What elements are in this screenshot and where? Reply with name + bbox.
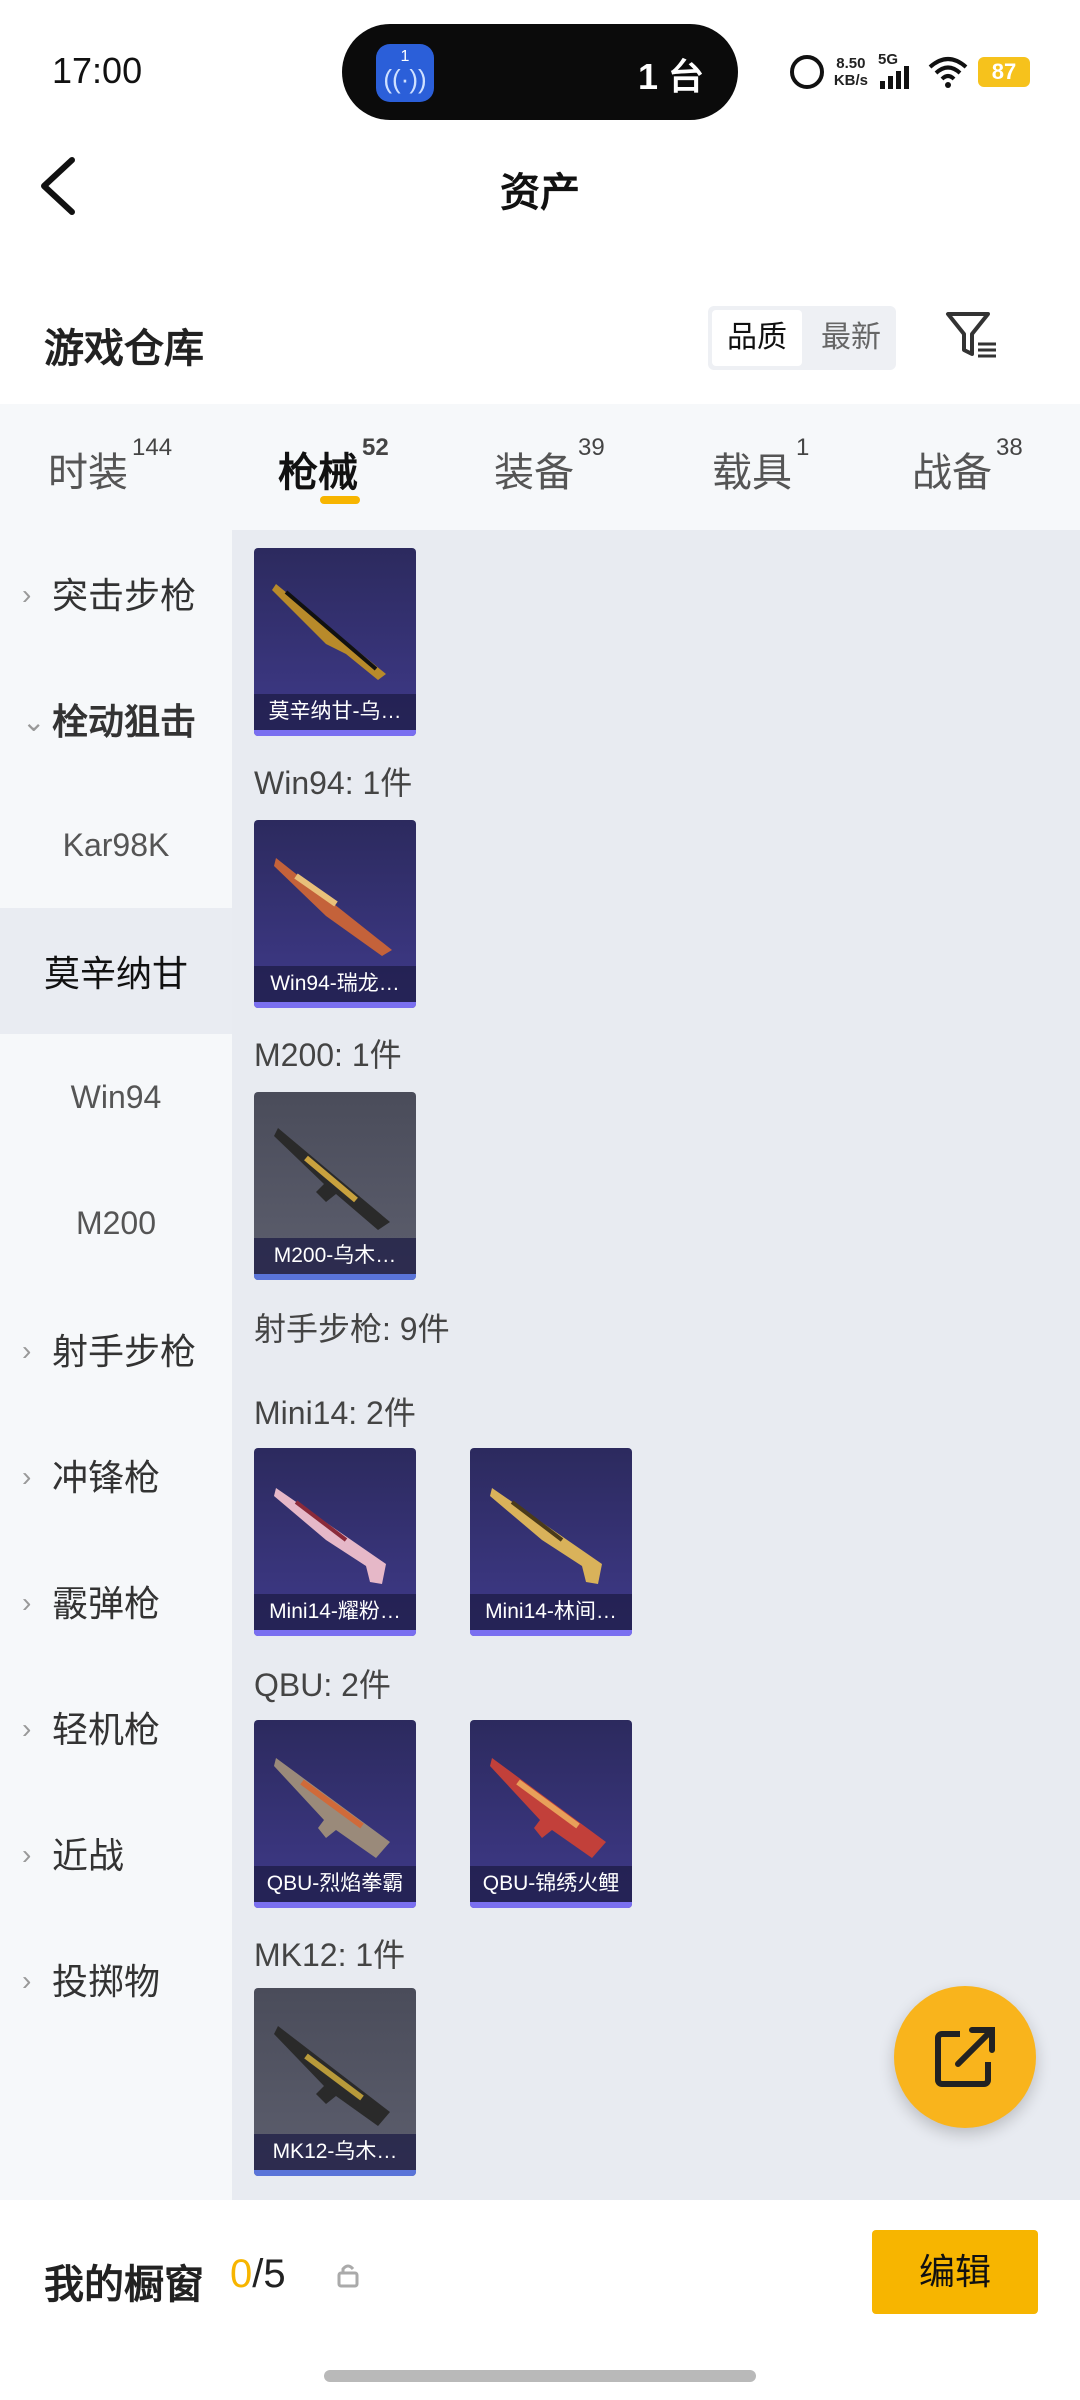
- weapon-card[interactable]: Mini14-耀粉…: [254, 1448, 416, 1636]
- tab-count: 52: [362, 434, 389, 461]
- sidebar-item-kar98k[interactable]: Kar98K: [0, 782, 232, 908]
- weapon-card[interactable]: Mini14-林间…: [470, 1448, 632, 1636]
- dynamic-island[interactable]: 1 ((·)) 1 台: [342, 24, 738, 120]
- weapon-name: 莫辛纳甘-乌…: [254, 694, 416, 730]
- speed-unit: KB/s: [833, 72, 868, 89]
- chevron-right-icon: ›: [22, 579, 32, 610]
- chevron-right-icon: ›: [22, 1587, 32, 1618]
- tab-fashion[interactable]: 时装144: [48, 434, 172, 498]
- battery-indicator: 87: [978, 57, 1030, 87]
- showcase-bar: 我的橱窗 0/5 编辑: [0, 2200, 1080, 2400]
- tab-supplies[interactable]: 战备38: [912, 434, 1023, 498]
- group-label-qbu: QBU: 2件: [254, 1667, 391, 1703]
- group-label-win94: Win94: 1件: [254, 765, 413, 801]
- sort-quality[interactable]: 品质: [712, 310, 802, 366]
- share-button[interactable]: [894, 1986, 1036, 2128]
- sidebar-item-mosin[interactable]: 莫辛纳甘: [0, 908, 232, 1034]
- tab-count: 1: [796, 434, 810, 461]
- showcase-count: 0/5: [230, 2252, 286, 2297]
- weapon-card[interactable]: 莫辛纳甘-乌…: [254, 548, 416, 736]
- weapon-name: QBU-锦绣火鲤: [470, 1866, 632, 1902]
- weapon-name: Win94-瑞龙…: [254, 966, 416, 1002]
- group-label-mk12: MK12: 1件: [254, 1937, 406, 1973]
- rifle-icon: [490, 1488, 602, 1584]
- weapon-grid: 莫辛纳甘-乌… Win94: 1件 Win94-瑞龙… M200: 1件 M20…: [232, 530, 1080, 2200]
- status-time: 17:00: [52, 50, 143, 91]
- weapon-card[interactable]: Win94-瑞龙…: [254, 820, 416, 1008]
- lock-icon: [337, 2264, 359, 2288]
- sidebar-item-lmg[interactable]: › 轻机枪: [0, 1664, 232, 1790]
- chevron-right-icon: ›: [22, 1713, 32, 1744]
- rifle-icon: [272, 584, 386, 680]
- chevron-right-icon: ›: [22, 1839, 32, 1870]
- share-icon: [935, 2026, 996, 2087]
- filter-icon[interactable]: [942, 306, 1002, 366]
- weapon-card[interactable]: QBU-烈焰拳霸: [254, 1720, 416, 1908]
- sidebar-item-marksman-rifle[interactable]: › 射手步枪: [0, 1286, 232, 1412]
- sidebar-item-smg[interactable]: › 冲锋枪: [0, 1412, 232, 1538]
- sort-newest[interactable]: 最新: [806, 306, 896, 370]
- showcase-total: /5: [252, 2252, 286, 2296]
- tab-count: 38: [996, 434, 1023, 461]
- weapon-name: M200-乌木…: [254, 1238, 416, 1274]
- group-label-marksman: 射手步枪: 9件: [254, 1311, 450, 1347]
- alarm-icon: [789, 55, 824, 89]
- sidebar-item-m200[interactable]: M200: [0, 1160, 232, 1286]
- sidebar-item-assault-rifle[interactable]: › 突击步枪: [0, 530, 232, 656]
- weapon-card[interactable]: M200-乌木…: [254, 1092, 416, 1280]
- chevron-right-icon: ›: [22, 1965, 32, 1996]
- tab-count: 144: [132, 434, 173, 461]
- sort-toggle: 品质 最新: [708, 306, 896, 370]
- weapon-name: Mini14-林间…: [470, 1594, 632, 1630]
- sidebar-item-bolt-sniper[interactable]: ⌄ 栓动狙击: [0, 656, 232, 782]
- signal-icon: 5G: [878, 51, 918, 89]
- group-label-m200: M200: 1件: [254, 1037, 402, 1073]
- status-icons: 8.50 KB/s 5G 87: [789, 50, 1030, 94]
- chevron-right-icon: ›: [22, 1461, 32, 1492]
- tab-guns[interactable]: 枪械52: [278, 434, 389, 498]
- rifle-icon: [274, 858, 392, 956]
- network-speed: 8.50 KB/s: [834, 55, 868, 89]
- group-label-mini14: Mini14: 2件: [254, 1395, 416, 1431]
- active-tab-indicator: [320, 496, 360, 504]
- sidebar-item-shotgun[interactable]: › 霰弹枪: [0, 1538, 232, 1664]
- tab-vehicles[interactable]: 载具1: [712, 434, 809, 498]
- weapon-card[interactable]: QBU-锦绣火鲤: [470, 1720, 632, 1908]
- showcase-label: 我的橱窗: [44, 2263, 204, 2307]
- status-bar: 17:00 1 ((·)) 1 台 8.50 KB/s 5G 87: [0, 0, 1080, 130]
- weapon-card[interactable]: MK12-乌木…: [254, 1988, 416, 2176]
- tab-equipment[interactable]: 装备39: [494, 434, 605, 498]
- warehouse-title: 游戏仓库: [44, 327, 204, 371]
- edit-button[interactable]: 编辑: [872, 2230, 1038, 2314]
- home-indicator[interactable]: [324, 2370, 756, 2382]
- wifi-icon: [928, 57, 968, 88]
- weapon-name: MK12-乌木…: [254, 2134, 416, 2170]
- category-tabs: 时装144 枪械52 装备39 载具1 战备38: [0, 404, 1080, 530]
- speed-value: 8.50: [836, 55, 866, 72]
- sidebar-item-melee[interactable]: › 近战: [0, 1790, 232, 1916]
- rifle-icon: [274, 1128, 390, 1230]
- sidebar-item-win94[interactable]: Win94: [0, 1034, 232, 1160]
- rifle-icon: [490, 1758, 606, 1858]
- rifle-icon: [274, 1758, 390, 1858]
- page-title: 资产: [500, 171, 580, 215]
- island-text: 1 台: [637, 56, 704, 97]
- hotspot-app-icon: 1 ((·)): [376, 44, 434, 102]
- tab-count: 39: [578, 434, 605, 461]
- chevron-down-icon: ⌄: [22, 706, 46, 737]
- showcase-current: 0: [230, 2252, 253, 2296]
- sidebar-item-throwables[interactable]: › 投掷物: [0, 1916, 232, 2042]
- chevron-right-icon: ›: [22, 1335, 32, 1366]
- weapon-name: QBU-烈焰拳霸: [254, 1866, 416, 1902]
- weapon-name: Mini14-耀粉…: [254, 1594, 416, 1630]
- rifle-icon: [274, 2026, 390, 2126]
- rifle-icon: [274, 1488, 386, 1584]
- weapon-category-sidebar: › 突击步枪 ⌄ 栓动狙击 Kar98K 莫辛纳甘 Win94 M200 › 射手步枪…: [0, 530, 232, 2200]
